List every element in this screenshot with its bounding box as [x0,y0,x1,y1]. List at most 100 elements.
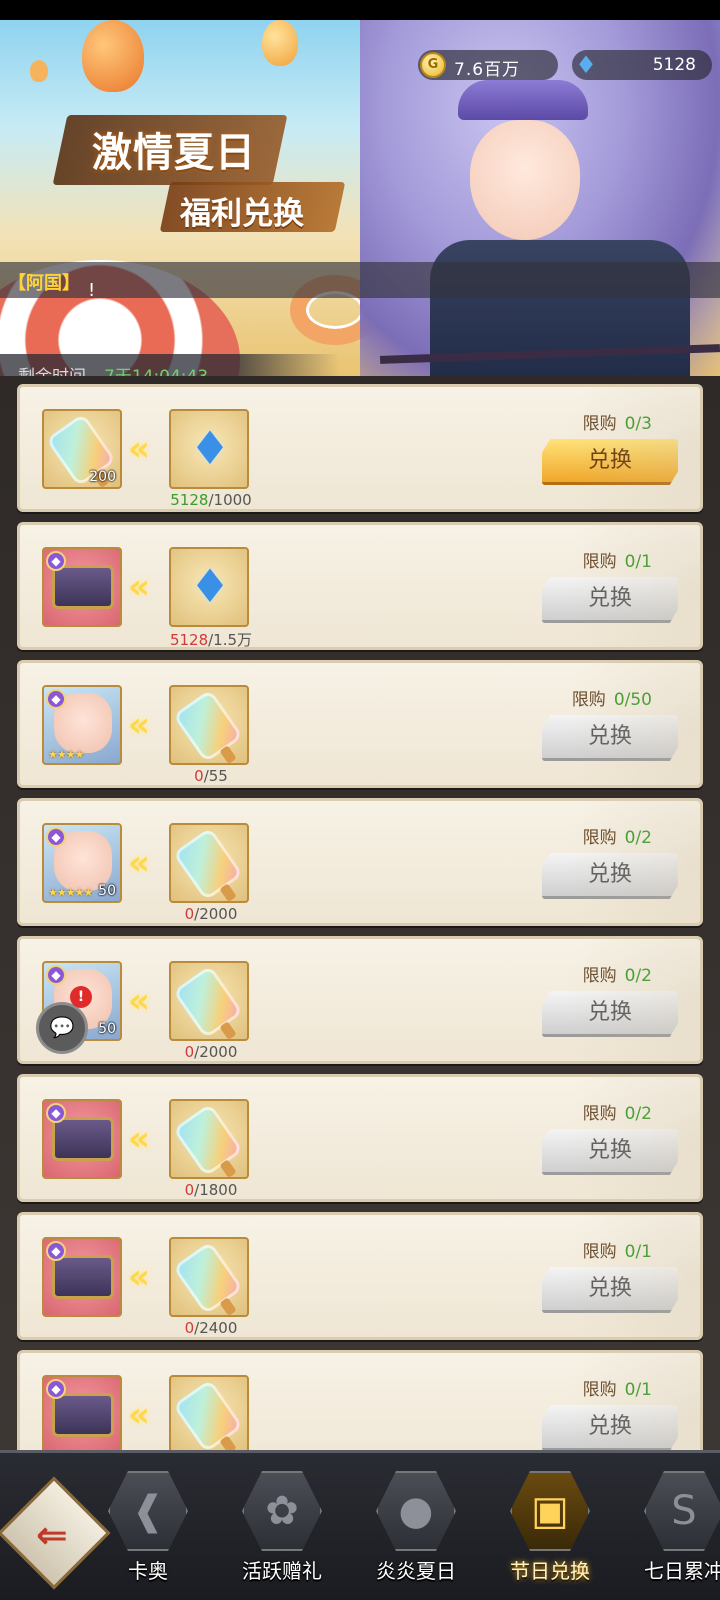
tab-label: 卡奥 [128,1559,168,1583]
purchase-limit: 限购 0/2 [583,961,652,986]
cost-have: 0 [184,1319,195,1337]
hero-headband-image [458,80,588,120]
limit-label: 限购 [582,552,617,572]
rarity-badge-icon: ◆ [46,1379,66,1399]
exchange-button[interactable]: 兑换 [542,1129,678,1175]
gold-amount: 7.6百万 [454,60,521,80]
cost-progress: 5128/1.5万 [156,629,266,650]
tab-item[interactable]: ● 炎炎夏日 [356,1463,476,1593]
gold-currency[interactable]: G 7.6百万 [418,50,558,80]
rarity-badge-icon: ◆ [46,827,66,847]
reward-item-slot[interactable]: ◆ [42,547,122,627]
cost-need: /2400 [194,1319,238,1337]
cost-item-slot[interactable]: ♦ [169,547,249,627]
tab-item[interactable]: S 七日累冲 [624,1463,720,1593]
tab-label: 七日累冲 [644,1559,720,1583]
limit-value: 0/2 [624,828,652,848]
cost-item-slot[interactable]: ♦ [169,409,249,489]
purchase-limit: 限购 0/1 [583,547,652,572]
limit-value: 0/1 [624,1242,652,1262]
cost-progress: 0/55 [156,767,266,785]
rarity-badge-icon: ◆ [46,965,66,985]
seven-day-icon: S [671,1488,697,1534]
cost-item-slot[interactable] [169,1237,249,1317]
cost-item-slot[interactable] [169,1099,249,1179]
exchange-button[interactable]: 兑换 [542,715,678,761]
diamond-icon: ♦ [575,51,597,79]
cost-need: /1.5万 [208,631,253,649]
popsicle-icon [172,965,244,1039]
chat-bubble-icon[interactable]: 💬 [36,1002,88,1054]
reward-item-slot[interactable]: 200 [42,409,122,489]
cost-have: 0 [194,767,204,785]
purchase-limit: 限购 0/3 [583,409,652,434]
exchange-row: ◆ ★★★★★ 50 « 0/2000 限购 0/2 兑换 [17,798,703,926]
exchange-arrow-icon: « [128,429,150,469]
cost-need: /55 [203,767,228,785]
purchase-limit: 限购 0/50 [572,685,652,710]
reward-item-slot[interactable]: ◆ [42,1099,122,1179]
purchase-limit: 限购 0/1 [583,1375,652,1400]
exchange-button[interactable]: 兑换 [542,853,678,899]
reward-item-slot[interactable]: ◆ ★★★★ [42,685,122,765]
exchange-list[interactable]: 200 «♦ 5128/1000 限购 0/3 兑换 ◆ «♦ 5128/1.5万 限购 0/1 兑换… [0,376,720,1450]
cost-have: 0 [184,1181,195,1199]
tab-item[interactable]: ▣ 节日兑换 [490,1463,610,1593]
exchange-row: ◆ 50 « 0/2000 限购 0/2 兑换 [17,936,703,1064]
treasure-chest-icon [52,1117,114,1161]
exchange-button[interactable]: 兑换 [542,1267,678,1313]
limit-value: 0/2 [624,966,652,986]
rarity-badge-icon: ◆ [46,689,66,709]
exchange-row: ◆ « ♦ 5128/1.5万 限购 0/1 兑换 [17,522,703,650]
exchange-row: 200 « ♦ 5128/1000 限购 0/3 兑换 [17,384,703,512]
reward-quantity: 50 [98,883,116,899]
exchange-button[interactable]: 兑换 [542,1405,678,1450]
cost-progress: 0/2400 [156,1319,266,1337]
cost-item-slot[interactable] [169,823,249,903]
cost-have: 5128 [169,631,209,649]
cost-need: /1800 [194,1181,238,1199]
cost-need: /2000 [194,1043,238,1061]
cost-have: 0 [184,1043,195,1061]
limit-value: 0/1 [624,1380,652,1400]
back-arrow-icon: ⇐ [36,1513,68,1557]
banner-subtitle: 福利兑换 [180,196,304,232]
balloons-icon: ● [398,1488,434,1534]
status-bar [0,0,720,20]
exchange-row: ◆ « 0/1800 限购 0/2 兑换 [17,1074,703,1202]
exchange-row: ◆ « 0/2400 限购 0/1 兑换 [17,1212,703,1340]
limit-label: 限购 [582,1242,617,1262]
cost-item-slot[interactable] [169,1375,249,1450]
ka-ao-icon: ❰ [131,1488,165,1534]
exchange-arrow-icon: « [128,1119,150,1159]
gold-coin-icon: G [420,52,446,78]
cost-item-slot[interactable] [169,961,249,1041]
diamond-icon: ♦ [189,559,231,613]
popsicle-icon [172,1103,244,1177]
notice-text: 【阿国】! [8,273,96,301]
exchange-arrow-icon: « [128,567,150,607]
reward-quantity: 50 [98,1021,116,1037]
rarity-badge-icon: ◆ [46,551,66,571]
exchange-button[interactable]: 兑换 [542,991,678,1037]
cost-item-slot[interactable] [169,685,249,765]
reward-item-slot[interactable]: ◆ [42,1237,122,1317]
reward-item-slot[interactable]: ◆ ★★★★★ 50 [42,823,122,903]
cost-need: /1000 [208,491,252,509]
purchase-limit: 限购 0/2 [583,823,652,848]
cost-progress: 5128/1000 [156,491,266,509]
exchange-arrow-icon: « [128,705,150,745]
exchange-button[interactable]: 兑换 [542,577,678,623]
gem-currency[interactable]: ♦ 5128 [572,50,712,80]
tab-item[interactable]: ✿ 活跃赠礼 [222,1463,342,1593]
chat-alert-icon: ! [70,986,92,1008]
limit-value: 0/50 [613,690,652,710]
limit-label: 限购 [582,966,617,986]
limit-value: 0/2 [624,1104,652,1124]
exchange-arrow-icon: « [128,1257,150,1297]
treasure-chest-icon [52,565,114,609]
cost-progress: 0/2000 [156,905,266,923]
reward-item-slot[interactable]: ◆ [42,1375,122,1450]
tab-item[interactable]: ❰ 卡奥 [88,1463,208,1593]
exchange-button[interactable]: 兑换 [542,439,678,485]
